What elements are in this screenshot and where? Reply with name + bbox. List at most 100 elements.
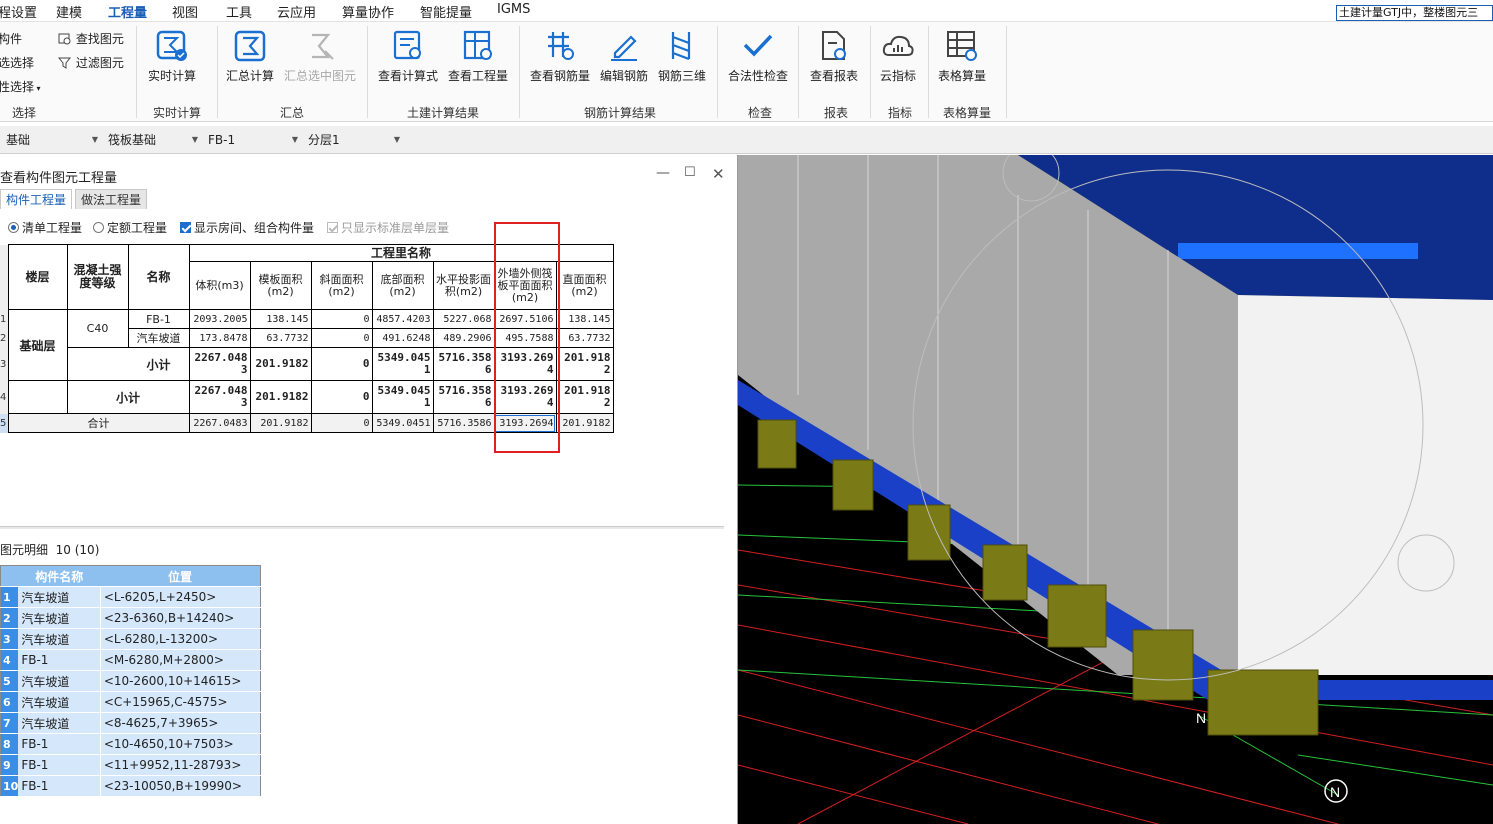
property-select-button[interactable]: 性选择 ▾ (0, 78, 41, 95)
table-row[interactable]: 9 FB-1 <11+9952,11-28793> (0, 754, 261, 776)
menu-collaboration[interactable]: 算量协作 (342, 2, 394, 21)
table-row[interactable]: 4 FB-1 <M-6280,M+2800> (0, 649, 261, 671)
cell-value-selected[interactable]: 3193.2694 (493, 413, 557, 433)
row-number: 3 (0, 628, 19, 650)
header-projection-area: 水平投影面积(m2) (432, 261, 495, 310)
cell-value: 489.2906 (432, 328, 495, 348)
tab-label: 构件工程量 (6, 193, 67, 207)
filter-element-button[interactable]: 过滤图元 (57, 54, 124, 71)
checkbox-show-room[interactable]: 显示房间、组合构件量 (180, 219, 314, 236)
rebar-3d-button[interactable]: 钢筋三维 (644, 26, 720, 96)
group-label-rebar-result: 钢筋计算结果 (583, 106, 657, 120)
radio-checked-icon (8, 222, 19, 233)
component-select[interactable]: FB-1 ▼ (202, 129, 302, 151)
radio-label: 清单工程量 (22, 221, 83, 235)
menu-quantities[interactable]: 工程量 (108, 2, 148, 24)
header-formwork-area: 模板面积(m2) (249, 261, 312, 310)
tab-component-quantity[interactable]: 构件工程量 (0, 189, 73, 209)
row-number: 8 (0, 733, 19, 755)
table-row[interactable]: 10 FB-1 <23-10050,B+19990> (0, 775, 261, 797)
cell-value: 4857.4203 (371, 309, 434, 329)
find-element-label: 查找图元 (75, 32, 124, 46)
ribbon-separator (1006, 26, 1007, 118)
cell-value: 5349.0451 (371, 413, 434, 433)
find-element-button[interactable]: 查找图元 (58, 30, 124, 47)
radio-bill-quantity[interactable]: 清单工程量 (8, 219, 82, 236)
legality-check-button[interactable]: 合法性检查 (720, 26, 796, 96)
summary-selected-button[interactable]: 汇总选中图元 (282, 26, 358, 96)
checkbox-disabled-icon (327, 222, 338, 233)
3d-viewport[interactable]: N N (738, 155, 1493, 824)
table-row-subtotal[interactable]: 3 小计 2267.0483 201.9182 0 5349.0451 5716… (0, 347, 614, 381)
cell-value: 2267.0483 (188, 413, 251, 433)
header-slope-area: 斜面面积(m2) (310, 261, 373, 310)
cell-component-name: FB-1 (18, 754, 101, 776)
radio-quota-quantity[interactable]: 定额工程量 (93, 219, 167, 236)
table-quantity-button[interactable]: 表格算量 (924, 26, 1000, 96)
menu-igms[interactable]: IGMS (497, 2, 530, 17)
row-number: 7 (0, 712, 19, 734)
cell-subtotal-label: 小计 (66, 347, 190, 381)
cell-value: 5716.3586 (432, 347, 495, 381)
component-type-select[interactable]: 筏板基础 ▼ (102, 129, 202, 151)
cell-component-name: 汽车坡道 (18, 712, 101, 734)
detail-title-text: 图元明细 (0, 543, 49, 557)
tab-method-quantity[interactable]: 做法工程量 (75, 189, 148, 209)
chevron-down-icon: ▾ (34, 84, 41, 93)
cell-position: <M-6280,M+2800> (99, 649, 261, 671)
cell-value: 5716.3586 (432, 380, 495, 414)
view-formula-label: 查看计算式 (377, 69, 438, 83)
header-exterior-slab-area: 外墙外侧筏板平面面积(m2) (493, 261, 557, 310)
floor-type-select[interactable]: 基础 ▼ (0, 129, 102, 151)
layer-value: 分层1 (308, 133, 340, 147)
cell-position: <11+9952,11-28793> (99, 754, 261, 776)
table-row[interactable]: 3 汽车坡道 <L-6280,L-13200> (0, 628, 261, 650)
cell-component-name: FB-1 (18, 733, 101, 755)
menu-view[interactable]: 视图 (172, 2, 198, 21)
ribbon-separator (367, 26, 368, 118)
ribbon-toolbar: 构件 查找图元 选选择 过滤图元 性选择 ▾ 选择 实时计算 实时计算 汇总计算… (0, 22, 1493, 122)
layer-select[interactable]: 分层1 ▼ (302, 129, 404, 151)
checkbox-standard-floor[interactable]: 只显示标准层单层量 (327, 219, 449, 236)
menu-cloud-app[interactable]: 云应用 (277, 2, 316, 21)
menu-settings[interactable]: 程设置 (0, 2, 37, 21)
cell-value: 3193.2694 (493, 347, 557, 381)
menu-smart-extract[interactable]: 智能提量 (420, 2, 472, 21)
table-row[interactable]: 5 汽车坡道 <10-2600,10+14615> (0, 670, 261, 692)
table-row[interactable]: 1 汽车坡道 <L-6205,L+2450> (0, 586, 261, 608)
menu-tools[interactable]: 工具 (226, 2, 252, 21)
table-row-floor-subtotal[interactable]: 4 小计 2267.0483 201.9182 0 5349.0451 5716… (0, 380, 614, 414)
table-row[interactable]: 1 基础层 C40 FB-1 2093.2005 138.145 0 4857.… (0, 309, 614, 381)
cell-value: 201.9182 (555, 380, 614, 414)
search-input[interactable]: 土建计量GTJ中，整楼图元三 (1336, 5, 1493, 21)
cell-value: 495.7588 (493, 328, 557, 348)
menu-modeling[interactable]: 建模 (56, 2, 82, 21)
maximize-icon[interactable]: ☐ (684, 165, 696, 180)
cell-floor: 基础层 (7, 309, 68, 381)
cell-component-name: 汽车坡道 (18, 691, 101, 713)
header-name: 名称 (127, 244, 190, 310)
table-row[interactable]: 7 汽车坡道 <8-4625,7+3965> (0, 712, 261, 734)
view-quantity-icon (463, 30, 492, 60)
table-row[interactable]: 2 汽车坡道 <23-6360,B+14240> (0, 607, 261, 629)
chevron-down-icon: ▼ (91, 135, 98, 144)
minimize-icon[interactable]: — (656, 165, 670, 181)
select-label-3: 性选择 (0, 80, 35, 94)
summary-calc-button[interactable]: 汇总计算 (212, 26, 288, 96)
detail-count: 10 (10) (55, 543, 100, 557)
close-icon[interactable]: ✕ (712, 165, 725, 183)
view-quantity-button[interactable]: 查看工程量 (440, 26, 516, 96)
panel-splitter[interactable] (0, 526, 724, 529)
table-row[interactable]: 6 汽车坡道 <C+15965,C-4575> (0, 691, 261, 713)
cell-value: 173.8478 (188, 328, 251, 348)
realtime-calc-button[interactable]: 实时计算 (134, 26, 210, 96)
table-row-total[interactable]: 5 合计 2267.0483 201.9182 0 5349.0451 5716… (0, 413, 614, 433)
cell-position: <L-6205,L+2450> (99, 586, 261, 608)
view-formula-button[interactable]: 查看计算式 (370, 26, 446, 96)
sigma-icon (234, 30, 266, 62)
table-row[interactable]: 8 FB-1 <10-4650,10+7503> (0, 733, 261, 755)
select-component-button[interactable]: 构件 (0, 30, 22, 47)
header-position: 位置 (100, 565, 261, 587)
header-floor: 楼层 (7, 244, 68, 310)
batch-select-button[interactable]: 选选择 (0, 54, 34, 71)
